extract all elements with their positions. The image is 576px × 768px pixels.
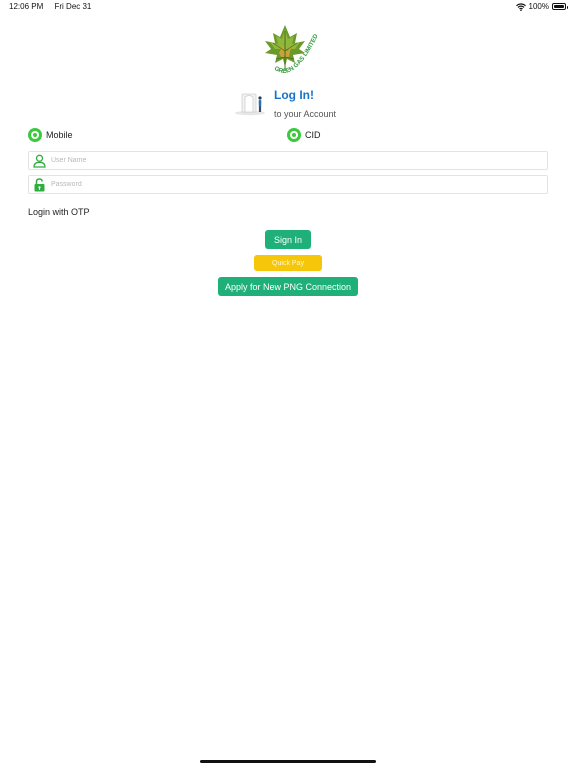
radio-mobile[interactable]: Mobile <box>28 128 73 142</box>
password-field[interactable] <box>28 175 548 194</box>
username-input[interactable] <box>51 153 541 168</box>
radio-mobile-label: Mobile <box>46 130 73 140</box>
green-gas-logo: GREEN GAS LIMITED <box>265 25 320 75</box>
radio-mobile-icon[interactable] <box>28 128 42 142</box>
user-icon <box>33 154 46 168</box>
sign-in-button[interactable]: Sign In <box>265 230 311 249</box>
username-field[interactable] <box>28 151 548 170</box>
radio-cid-icon[interactable] <box>287 128 301 142</box>
battery-fill <box>554 5 564 8</box>
radio-cid[interactable]: CID <box>287 128 321 142</box>
login-with-otp-link[interactable]: Login with OTP <box>28 207 90 217</box>
battery-percent: 100% <box>528 2 549 11</box>
page-title: Log In! <box>274 88 314 102</box>
status-left: 12:06 PM Fri Dec 31 <box>9 2 91 11</box>
home-indicator <box>200 760 376 763</box>
page-subtitle: to your Account <box>274 109 337 119</box>
radio-cid-label: CID <box>305 130 321 140</box>
wifi-icon <box>515 2 526 11</box>
status-bar: 12:06 PM Fri Dec 31 100% <box>0 0 576 14</box>
status-right: 100% <box>515 2 568 11</box>
login-illustration <box>235 93 265 116</box>
password-input[interactable] <box>51 177 541 192</box>
status-time: 12:06 PM <box>9 2 44 11</box>
apply-png-connection-button[interactable]: Apply for New PNG Connection <box>218 277 358 296</box>
status-date: Fri Dec 31 <box>54 2 92 11</box>
lock-icon <box>34 178 45 192</box>
battery-icon <box>552 3 568 10</box>
quick-pay-button[interactable]: Quick Pay <box>254 255 322 271</box>
